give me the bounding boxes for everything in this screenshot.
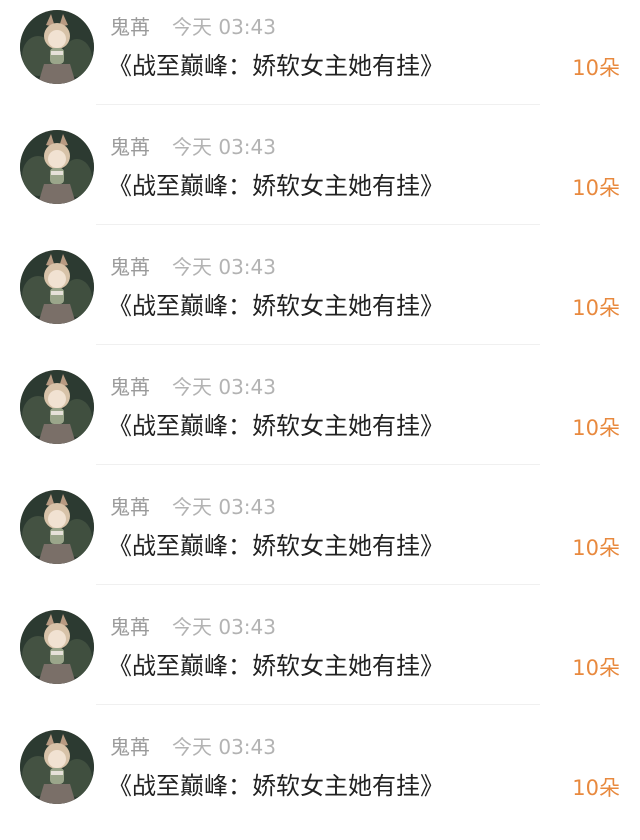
avatar[interactable]: [20, 730, 94, 804]
list-item[interactable]: 鬼苒 今天 03:43 《战至巅峰：娇软女主她有挂》 10朵: [0, 120, 640, 240]
avatar[interactable]: [20, 250, 94, 324]
book-title: 《战至巅峰：娇软女主她有挂》: [108, 772, 444, 800]
book-title: 《战至巅峰：娇软女主她有挂》: [108, 172, 444, 200]
anime-girl-avatar-icon: [20, 490, 94, 564]
timestamp: 今天 03:43: [172, 495, 276, 519]
username: 鬼苒: [110, 375, 150, 399]
gift-count: 10朵: [572, 536, 620, 560]
username: 鬼苒: [110, 15, 150, 39]
anime-girl-avatar-icon: [20, 250, 94, 324]
book-title: 《战至巅峰：娇软女主她有挂》: [108, 652, 444, 680]
timestamp: 今天 03:43: [172, 375, 276, 399]
anime-girl-avatar-icon: [20, 10, 94, 84]
timestamp: 今天 03:43: [172, 735, 276, 759]
avatar[interactable]: [20, 130, 94, 204]
gift-count: 10朵: [572, 296, 620, 320]
divider: [96, 464, 540, 465]
anime-girl-avatar-icon: [20, 130, 94, 204]
list-item[interactable]: 鬼苒 今天 03:43 《战至巅峰：娇软女主她有挂》 10朵: [0, 0, 640, 120]
anime-girl-avatar-icon: [20, 610, 94, 684]
username: 鬼苒: [110, 495, 150, 519]
timestamp: 今天 03:43: [172, 255, 276, 279]
list-item[interactable]: 鬼苒 今天 03:43 《战至巅峰：娇软女主她有挂》 10朵: [0, 360, 640, 480]
username: 鬼苒: [110, 135, 150, 159]
book-title: 《战至巅峰：娇软女主她有挂》: [108, 532, 444, 560]
gift-count: 10朵: [572, 416, 620, 440]
gift-count: 10朵: [572, 776, 620, 800]
gift-count: 10朵: [572, 656, 620, 680]
list-item[interactable]: 鬼苒 今天 03:43 《战至巅峰：娇软女主她有挂》 10朵: [0, 240, 640, 360]
list-item[interactable]: 鬼苒 今天 03:43 《战至巅峰：娇软女主她有挂》 10朵: [0, 480, 640, 600]
gift-count: 10朵: [572, 56, 620, 80]
divider: [96, 224, 540, 225]
divider: [96, 344, 540, 345]
timestamp: 今天 03:43: [172, 615, 276, 639]
gift-count: 10朵: [572, 176, 620, 200]
username: 鬼苒: [110, 735, 150, 759]
gift-record-list: 鬼苒 今天 03:43 《战至巅峰：娇软女主她有挂》 10朵 鬼苒 今天 03:…: [0, 0, 640, 809]
timestamp: 今天 03:43: [172, 15, 276, 39]
list-item[interactable]: 鬼苒 今天 03:43 《战至巅峰：娇软女主她有挂》 10朵: [0, 600, 640, 720]
username: 鬼苒: [110, 615, 150, 639]
anime-girl-avatar-icon: [20, 370, 94, 444]
avatar[interactable]: [20, 370, 94, 444]
username: 鬼苒: [110, 255, 150, 279]
divider: [96, 584, 540, 585]
anime-girl-avatar-icon: [20, 730, 94, 804]
book-title: 《战至巅峰：娇软女主她有挂》: [108, 52, 444, 80]
divider: [96, 704, 540, 705]
avatar[interactable]: [20, 490, 94, 564]
avatar[interactable]: [20, 610, 94, 684]
book-title: 《战至巅峰：娇软女主她有挂》: [108, 292, 444, 320]
divider: [96, 104, 540, 105]
list-item[interactable]: 鬼苒 今天 03:43 《战至巅峰：娇软女主她有挂》 10朵: [0, 720, 640, 840]
timestamp: 今天 03:43: [172, 135, 276, 159]
book-title: 《战至巅峰：娇软女主她有挂》: [108, 412, 444, 440]
avatar[interactable]: [20, 10, 94, 84]
